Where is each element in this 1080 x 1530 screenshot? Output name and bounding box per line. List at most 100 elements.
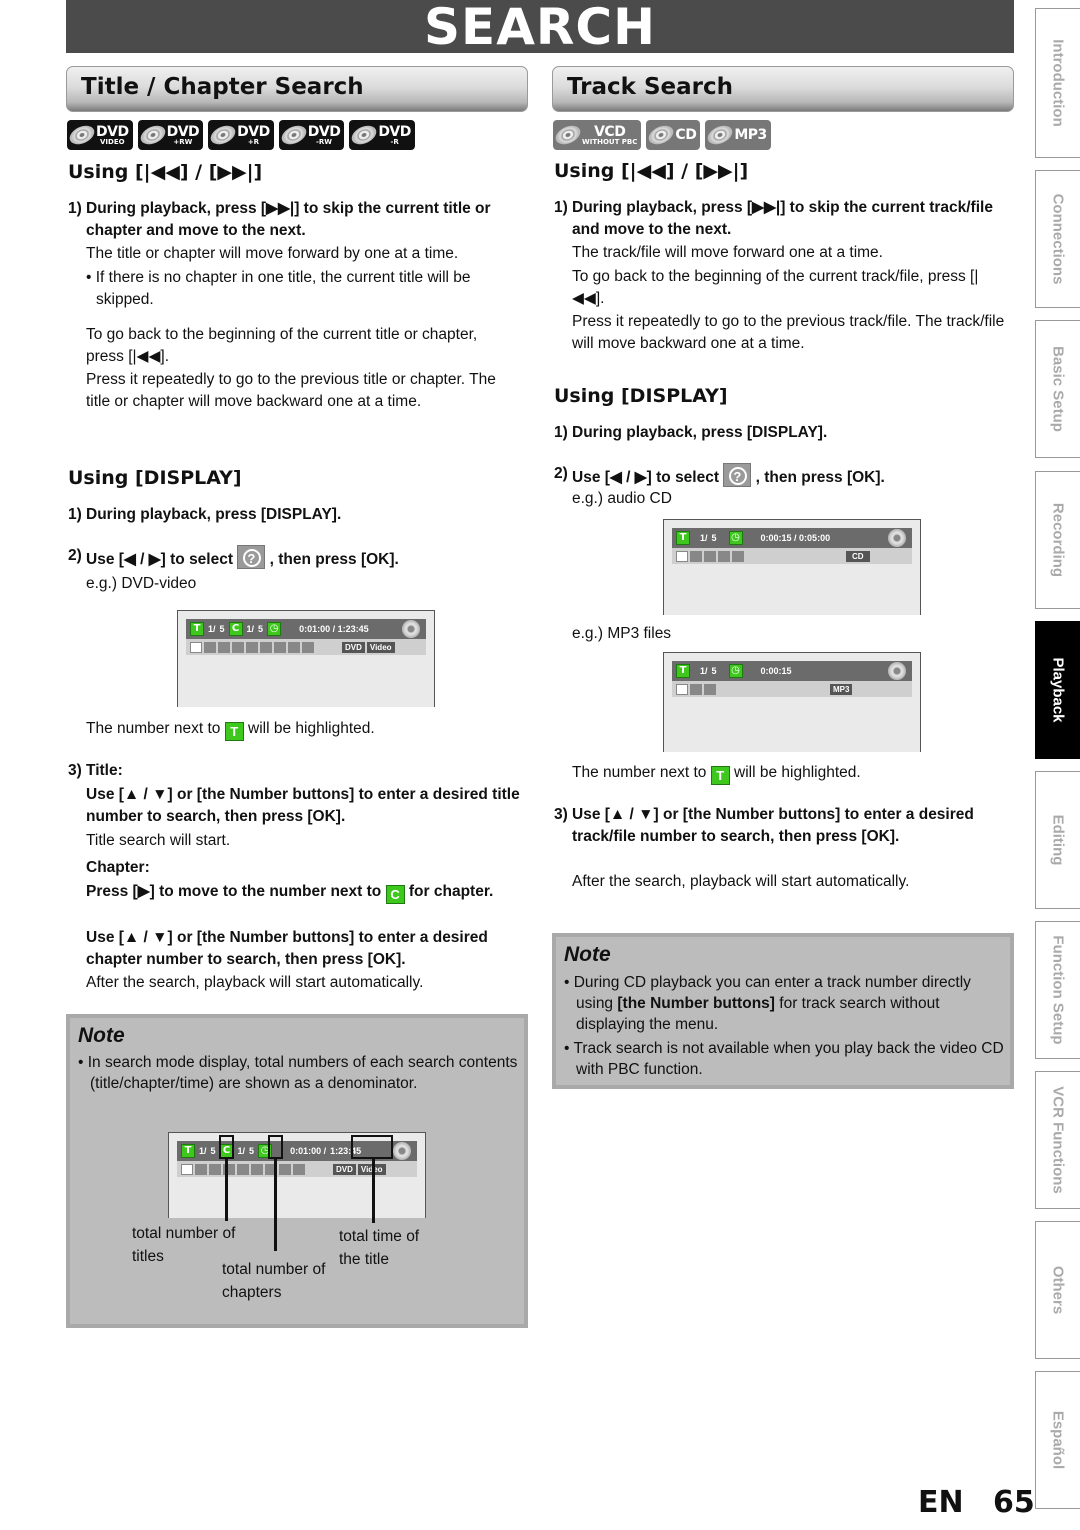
side-tab-connections[interactable]: Connections (1035, 170, 1080, 308)
left-example-dvd: e.g.) DVD-video (86, 575, 197, 592)
disc-icon (888, 662, 906, 680)
disc-icon (137, 122, 168, 148)
chapter-icon: C (385, 885, 405, 904)
callout-box-time (351, 1135, 393, 1159)
track-icon: T (710, 766, 730, 785)
disc-icon (402, 620, 420, 638)
left-skip-step-1: 1) During playback, press [▶▶|] to skip … (68, 200, 491, 239)
side-tab-espanol[interactable]: Español (1035, 1371, 1080, 1509)
callout-box-titles (219, 1135, 234, 1159)
right-skip-p3: Press it repeatedly to go to the previou… (572, 313, 1005, 352)
marker-icon (718, 550, 730, 562)
repeat-icon (246, 641, 258, 653)
left-step-3-title-instruction: Use [▲ / ▼] or [the Number buttons] to e… (86, 786, 520, 825)
dvd-minus-rw-badge: DVD -RW (278, 120, 345, 150)
right-highlight-text: The number next to T will be highlighted… (572, 764, 861, 785)
dvd-plus-r-badge: DVD +R (207, 120, 274, 150)
left-display-step-2: 2) Use [◀ / ▶] to select , then press [O… (68, 545, 526, 571)
title-icon: T (190, 622, 204, 636)
side-tab-recording[interactable]: Recording (1035, 471, 1080, 609)
right-example-cd: e.g.) audio CD (572, 490, 672, 507)
dvd-minus-r-badge: DVD -R (349, 120, 415, 150)
note-box-left: Note In search mode display, total numbe… (66, 1014, 528, 1328)
chapter-total: 5 (258, 624, 264, 634)
disc-badges: DVD VIDEO DVD +RW DVD +R DVD -RW DVD -R (66, 120, 415, 150)
osd-screen-mp3: T 1/ 5 ◷ 0:00:15 MP3 (663, 652, 921, 752)
audio-icon (690, 550, 702, 562)
page-title-bar: SEARCH (66, 0, 1014, 56)
clock-icon: ◷ (267, 622, 282, 636)
right-display-step-1: 1) During playback, press [DISPLAY]. (554, 424, 828, 441)
heading-using-display: Using [DISPLAY] (68, 467, 242, 489)
vcd-badge: VCD WITHOUT PBC (552, 120, 642, 150)
left-step-3-chapter-move: Press [▶] to move to the number next to … (86, 883, 494, 904)
repeat-icon (704, 550, 716, 562)
note-item: During CD playback you can enter a track… (564, 972, 1009, 1035)
left-step-3-result: After the search, playback will start au… (86, 974, 424, 991)
note-title: Note (564, 943, 611, 966)
title-total: 5 (219, 624, 225, 634)
surround-icon (293, 1163, 305, 1175)
side-tab-playback[interactable]: Playback (1035, 621, 1080, 759)
disc-icon (278, 122, 310, 148)
callout-box-chapters (268, 1135, 283, 1159)
surround-icon (302, 641, 314, 653)
osd-screen-cd: T 1/ 5 ◷ 0:00:15 / 0:05:00 CD (663, 519, 921, 615)
callout-line-time (372, 1159, 375, 1223)
title-total: 5 (210, 1146, 216, 1156)
mp3-badge: MP3 (705, 120, 771, 150)
note-item: Track search is not available when you p… (564, 1038, 1009, 1080)
right-skip-step-1: 1) During playback, press [▶▶|] to skip … (554, 199, 993, 238)
section-header-title-chapter-search: Title / Chapter Search (66, 66, 528, 112)
search-icon (676, 550, 688, 562)
side-tab-basic-setup[interactable]: Basic Setup (1035, 320, 1080, 458)
time-readout: 0:01:00 / 1:23:45 (299, 624, 369, 634)
disc-icon (349, 122, 380, 148)
left-display-step-1: 1) During playback, press [DISPLAY]. (68, 506, 342, 523)
noise-reduction-icon (274, 641, 286, 653)
time-readout: 0:00:15 (760, 666, 792, 676)
search-mode-icon (723, 463, 752, 488)
disc-icon (66, 122, 98, 148)
left-step-3-title-result: Title search will start. (86, 832, 231, 849)
side-tab-function-setup[interactable]: Function Setup (1035, 921, 1080, 1059)
section-title: Title / Chapter Search (81, 74, 364, 100)
section-title: Track Search (567, 74, 733, 100)
disc-type-label: DVD (342, 641, 365, 653)
chapter-total: 5 (249, 1146, 255, 1156)
right-skip-p1: The track/file will move forward one at … (572, 244, 883, 261)
osd-status-bar: T 1/ 5 C 1/ 5 ◷ 0:01:00 / 1:23:45 (186, 619, 426, 639)
right-example-mp3: e.g.) MP3 files (572, 625, 672, 642)
dvd-video-badge: DVD VIDEO (66, 120, 133, 150)
disc-icon (393, 1142, 411, 1160)
heading-using-skip: Using [|◀◀] / [▶▶|] (554, 160, 749, 182)
repeat-icon (690, 683, 702, 695)
chapter-current: 1/ (246, 624, 255, 634)
side-tab-editing[interactable]: Editing (1035, 771, 1080, 909)
audio-icon (204, 641, 216, 653)
chapter-icon: C (228, 622, 243, 636)
right-skip-p2: To go back to the beginning of the curre… (572, 268, 979, 307)
callout-line-titles (225, 1159, 228, 1221)
note-box-right: Note During CD playback you can enter a … (552, 933, 1014, 1089)
note-title: Note (78, 1024, 125, 1047)
track-icon: T (676, 664, 690, 678)
repeat-icon (237, 1163, 249, 1175)
side-tab-introduction[interactable]: Introduction (1035, 8, 1080, 158)
disc-format-label: Video (366, 641, 395, 653)
callout-line-chapters (274, 1159, 277, 1251)
side-tab-others[interactable]: Others (1035, 1221, 1080, 1359)
side-tab-vcr-functions[interactable]: VCR Functions (1035, 1071, 1080, 1209)
left-step-3-label: 3) Title: (68, 762, 123, 779)
left-step-3-chapter-label: Chapter: (86, 859, 150, 876)
subtitle-icon (218, 641, 230, 653)
title-current: 1/ (208, 624, 216, 634)
angle-icon (232, 641, 244, 653)
subtitle-icon (209, 1163, 221, 1175)
disc-type-label: CD (846, 550, 870, 562)
disc-icon (888, 529, 906, 547)
audio-icon (195, 1163, 207, 1175)
right-step-3-result: After the search, playback will start au… (572, 873, 910, 890)
marker-icon (260, 641, 272, 653)
note-list: During CD playback you can enter a track… (564, 972, 1009, 1083)
